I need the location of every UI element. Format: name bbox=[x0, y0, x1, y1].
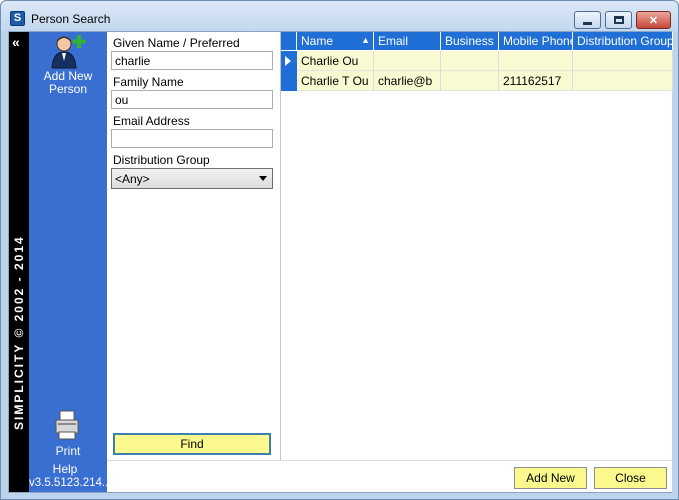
distribution-group-value: <Any> bbox=[115, 172, 150, 186]
distribution-group-label: Distribution Group bbox=[113, 153, 210, 167]
maximize-button[interactable] bbox=[605, 11, 632, 29]
add-person-icon[interactable] bbox=[50, 35, 86, 69]
close-window-button[interactable]: ✕ bbox=[636, 11, 671, 29]
column-header-name[interactable]: Name ▲ bbox=[297, 32, 374, 50]
printer-icon[interactable] bbox=[54, 410, 80, 440]
column-header-mobile-phone[interactable]: Mobile Phone bbox=[499, 32, 573, 50]
brand-text: SIMPLICITY © 2002 - 2014 bbox=[12, 235, 26, 430]
given-name-label: Given Name / Preferred bbox=[113, 36, 240, 50]
email-input[interactable] bbox=[111, 129, 273, 148]
maximize-icon bbox=[613, 16, 624, 24]
cell-name[interactable]: Charlie Ou bbox=[297, 51, 374, 71]
brand-strip: « SIMPLICITY © 2002 - 2014 bbox=[9, 32, 29, 492]
version-label: v3.5.5123.214... bbox=[29, 477, 107, 489]
print-label[interactable]: Print bbox=[29, 444, 107, 458]
window-title: Person Search bbox=[31, 12, 111, 26]
cell-business[interactable] bbox=[441, 51, 499, 71]
current-row-icon bbox=[285, 56, 291, 66]
column-header-name-label: Name bbox=[301, 34, 334, 48]
cell-email[interactable]: charlie@b bbox=[374, 71, 441, 91]
minimize-button[interactable] bbox=[574, 11, 601, 29]
table-row[interactable]: Charlie T Ou charlie@b 211162517 bbox=[281, 71, 673, 91]
sort-ascending-icon: ▲ bbox=[361, 35, 370, 45]
collapse-panel-icon[interactable]: « bbox=[12, 34, 20, 50]
cell-mobile-phone[interactable] bbox=[499, 51, 573, 71]
family-name-label: Family Name bbox=[113, 75, 184, 89]
distribution-group-select[interactable]: <Any> bbox=[111, 168, 273, 189]
client-area: « SIMPLICITY © 2002 - 2014 Add New Perso… bbox=[8, 31, 673, 493]
dropdown-arrow-icon bbox=[259, 176, 267, 181]
results-grid: Name ▲ Email Business Mobile Phone Distr… bbox=[280, 32, 673, 460]
close-button[interactable]: Close bbox=[594, 467, 667, 489]
table-row[interactable]: Charlie Ou bbox=[281, 51, 673, 71]
bottom-button-bar: Add New Close bbox=[107, 460, 672, 492]
command-panel: Add New Person Print Help v3.5.5123.214.… bbox=[29, 32, 107, 492]
cell-distribution-group[interactable] bbox=[573, 71, 673, 91]
cell-name[interactable]: Charlie T Ou bbox=[297, 71, 374, 91]
cell-business[interactable] bbox=[441, 71, 499, 91]
close-icon: ✕ bbox=[648, 14, 659, 27]
column-header-email[interactable]: Email bbox=[374, 32, 441, 50]
family-name-input[interactable] bbox=[111, 90, 273, 109]
given-name-input[interactable] bbox=[111, 51, 273, 70]
person-search-window: S Person Search ✕ « SIMPLICITY © 2002 - … bbox=[0, 0, 679, 500]
cell-distribution-group[interactable] bbox=[573, 51, 673, 71]
grid-header: Name ▲ Email Business Mobile Phone Distr… bbox=[281, 32, 673, 50]
minimize-icon bbox=[583, 21, 592, 25]
column-header-business[interactable]: Business bbox=[441, 32, 499, 50]
row-selector[interactable] bbox=[281, 51, 297, 71]
column-header-distribution-group[interactable]: Distribution Group bbox=[573, 32, 673, 50]
app-icon: S bbox=[10, 11, 25, 26]
help-link[interactable]: Help bbox=[29, 462, 101, 476]
cell-email[interactable] bbox=[374, 51, 441, 71]
add-new-person-label[interactable]: Add New Person bbox=[29, 70, 107, 96]
title-bar[interactable]: S Person Search ✕ bbox=[1, 1, 678, 31]
add-new-button[interactable]: Add New bbox=[514, 467, 587, 489]
search-form: Given Name / Preferred Family Name Email… bbox=[107, 32, 281, 460]
email-label: Email Address bbox=[113, 114, 190, 128]
row-selector[interactable] bbox=[281, 71, 297, 91]
find-button[interactable]: Find bbox=[113, 433, 271, 455]
row-header-corner bbox=[281, 32, 297, 50]
cell-mobile-phone[interactable]: 211162517 bbox=[499, 71, 573, 91]
